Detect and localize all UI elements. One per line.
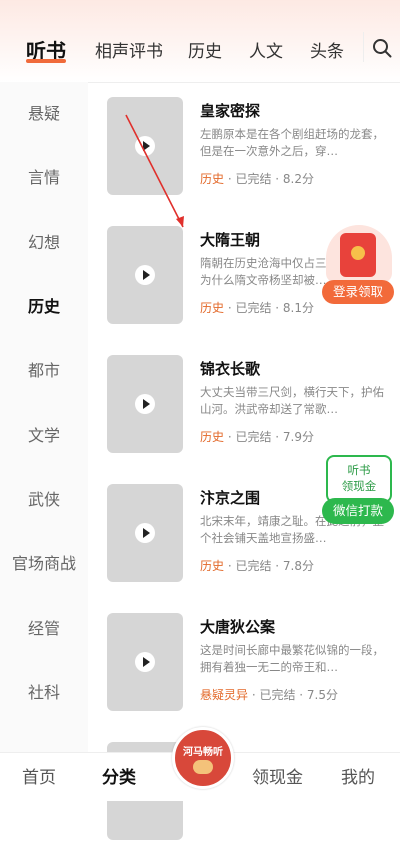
book-title: 大隋王朝 xyxy=(200,231,261,249)
sidebar-item-suspense[interactable]: 悬疑 xyxy=(0,100,88,124)
play-icon[interactable] xyxy=(135,136,155,156)
status-label: · 已完结 · 7.5分 xyxy=(251,688,339,702)
nav-mine[interactable]: 我的 xyxy=(341,763,375,788)
category-sidebar: 悬疑 言情 幻想 历史 都市 文学 武侠 官场商战 经管 社科 xyxy=(0,82,88,752)
tab-headlines[interactable]: 头条 xyxy=(310,37,344,62)
center-brand-button[interactable]: 河马畅听 xyxy=(172,727,234,789)
book-title: 锦衣长歌 xyxy=(200,360,261,378)
book-cover[interactable] xyxy=(107,97,183,195)
genre-label: 历史 xyxy=(200,301,225,315)
book-cover[interactable] xyxy=(107,484,183,582)
play-icon[interactable] xyxy=(135,652,155,672)
status-label: · 已完结 · 7.9分 xyxy=(227,430,315,444)
book-meta: 历史 · 已完结 · 7.8分 xyxy=(200,557,314,574)
book-meta: 历史 · 已完结 · 7.9分 xyxy=(200,428,314,445)
book-description: 左鹏原本是在各个剧组赶场的龙套，但是在一次意外之后，穿… xyxy=(200,127,384,158)
hippo-mascot-icon xyxy=(193,760,213,774)
brand-logo-text: 河马畅听 xyxy=(183,747,223,758)
genre-label: 悬疑灵异 xyxy=(200,688,249,702)
listen-cash-widget[interactable]: 听书 领现金 微信打款 xyxy=(322,455,394,527)
sidebar-item-business[interactable]: 经管 xyxy=(0,615,88,639)
book-meta: 历史 · 已完结 · 8.2分 xyxy=(200,170,314,187)
sidebar-item-officialdom[interactable]: 官场商战 xyxy=(0,550,88,574)
search-icon[interactable] xyxy=(372,38,392,58)
sidebar-item-wuxia[interactable]: 武侠 xyxy=(0,486,88,510)
sidebar-item-romance[interactable]: 言情 xyxy=(0,164,88,188)
tab-humanities[interactable]: 人文 xyxy=(249,37,283,62)
list-item[interactable]: 大唐狄公案 这是时间长廊中最繁花似锦的一段，拥有着独一无二的帝王和… 悬疑灵异 … xyxy=(88,598,400,726)
tab-crosstalk[interactable]: 相声评书 xyxy=(95,37,163,62)
status-label: · 已完结 · 8.2分 xyxy=(227,172,315,186)
bottom-nav: 首页 分类 河马畅听 领现金 我的 xyxy=(0,727,400,801)
list-item[interactable]: 皇家密探 左鹏原本是在各个剧组赶场的龙套，但是在一次意外之后，穿… 历史 · 已… xyxy=(88,82,400,210)
genre-label: 历史 xyxy=(200,172,225,186)
sidebar-item-history[interactable]: 历史 xyxy=(0,293,88,317)
cash-line2: 领现金 xyxy=(341,479,377,493)
book-meta: 历史 · 已完结 · 8.1分 xyxy=(200,299,314,316)
tab-separator xyxy=(363,32,364,62)
play-icon[interactable] xyxy=(135,523,155,543)
red-packet-seal xyxy=(351,246,365,260)
book-meta: 悬疑灵异 · 已完结 · 7.5分 xyxy=(200,686,338,703)
list-item[interactable]: 锦衣长歌 大丈夫当带三尺剑，横行天下，护佑山河。洪武帝却送了常歌… 历史 · 已… xyxy=(88,340,400,468)
wechat-withdraw-button[interactable]: 微信打款 xyxy=(322,498,394,524)
login-reward-button[interactable]: 登录领取 xyxy=(322,280,394,304)
nav-category[interactable]: 分类 xyxy=(102,763,136,788)
book-title: 汴京之围 xyxy=(200,489,261,507)
book-cover[interactable] xyxy=(107,226,183,324)
genre-label: 历史 xyxy=(200,559,225,573)
sidebar-item-literature[interactable]: 文学 xyxy=(0,422,88,446)
book-title: 大唐狄公案 xyxy=(200,618,276,636)
book-description: 这是时间长廊中最繁花似锦的一段，拥有着独一无二的帝王和… xyxy=(200,643,384,674)
listen-cash-box[interactable]: 听书 领现金 xyxy=(326,455,392,503)
play-icon[interactable] xyxy=(135,265,155,285)
nav-earn-cash[interactable]: 领现金 xyxy=(252,763,303,788)
active-tab-indicator xyxy=(26,59,66,63)
book-description: 大丈夫当带三尺剑，横行天下，护佑山河。洪武帝却送了常歌… xyxy=(200,385,384,416)
cash-line1: 听书 xyxy=(347,463,371,477)
tab-history[interactable]: 历史 xyxy=(188,37,222,62)
status-label: · 已完结 · 7.8分 xyxy=(227,559,315,573)
book-cover[interactable] xyxy=(107,355,183,453)
login-reward-widget[interactable]: 登录领取 xyxy=(322,225,394,305)
sidebar-item-fantasy[interactable]: 幻想 xyxy=(0,229,88,253)
red-packet-icon[interactable] xyxy=(340,233,376,277)
sidebar-item-social-science[interactable]: 社科 xyxy=(0,679,88,703)
top-tab-bar: 听书 相声评书 历史 人文 头条 xyxy=(0,0,400,83)
book-cover[interactable] xyxy=(107,613,183,711)
play-icon[interactable] xyxy=(135,394,155,414)
book-title: 皇家密探 xyxy=(200,102,261,120)
nav-home[interactable]: 首页 xyxy=(22,763,56,788)
status-label: · 已完结 · 8.1分 xyxy=(227,301,315,315)
book-list: 皇家密探 左鹏原本是在各个剧组赶场的龙套，但是在一次意外之后，穿… 历史 · 已… xyxy=(88,82,400,840)
sidebar-item-urban[interactable]: 都市 xyxy=(0,357,88,381)
genre-label: 历史 xyxy=(200,430,225,444)
